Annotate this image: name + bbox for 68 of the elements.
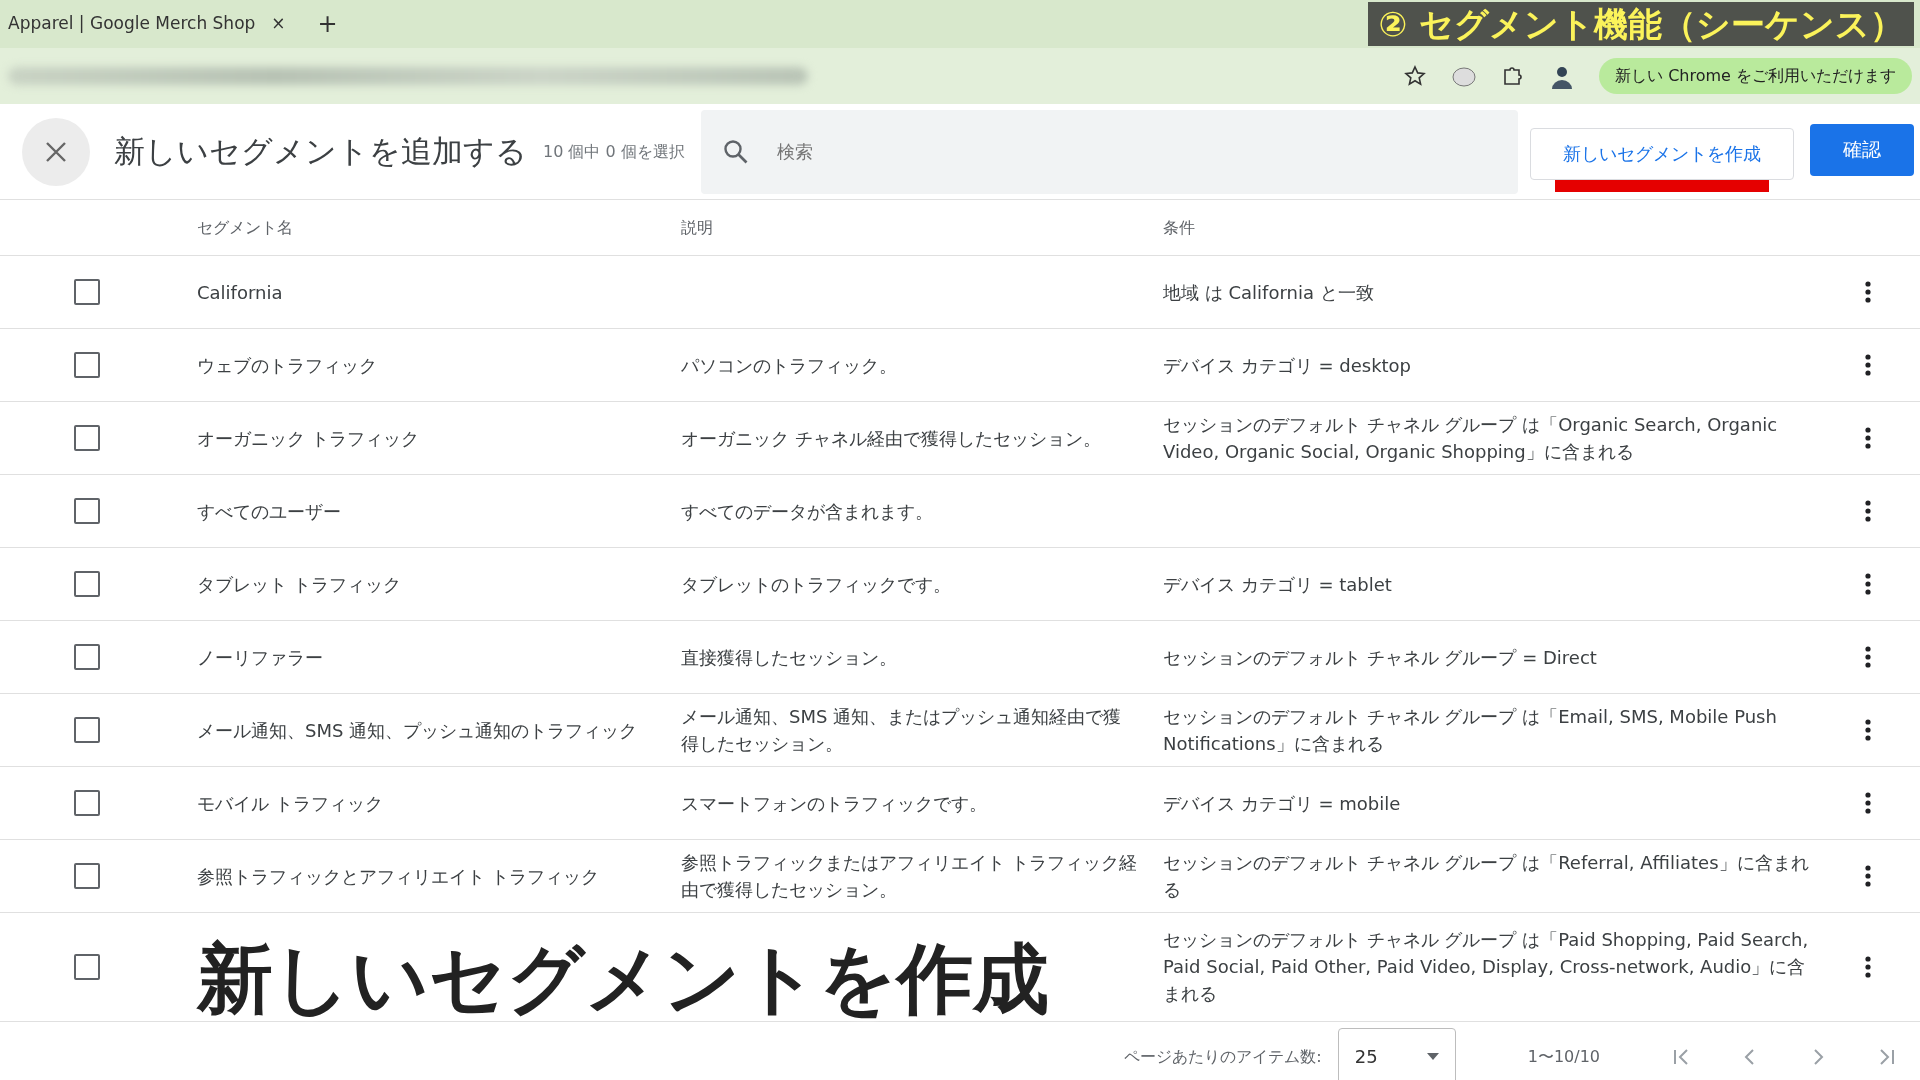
extension-icon[interactable] (1451, 64, 1478, 88)
more-options-icon[interactable] (1865, 427, 1871, 449)
more-options-icon[interactable] (1865, 281, 1871, 303)
segment-description: 直接獲得したセッション。 (681, 645, 897, 670)
checkbox[interactable] (73, 425, 100, 451)
segment-name: タブレット トラフィック (197, 572, 401, 597)
segment-name: モバイル トラフィック (197, 791, 383, 816)
more-options-icon[interactable] (1865, 955, 1871, 978)
items-per-page-select[interactable]: 25 (1337, 1027, 1456, 1080)
segment-condition: セッションのデフォルト チャネル グループ は「Referral, Affiliates」に含まれる (1163, 851, 1810, 902)
more-options-icon[interactable] (1865, 354, 1871, 376)
create-segment-button[interactable]: 新しいセグメントを作成 (1530, 127, 1794, 180)
more-options-icon[interactable] (1865, 865, 1871, 887)
checkbox[interactable] (73, 352, 100, 378)
segment-description: 参照トラフィックまたはアフィリエイト トラフィック経由で獲得したセッション。 (681, 851, 1138, 902)
checkbox[interactable] (73, 863, 100, 889)
segment-condition: デバイス カテゴリ = desktop (1163, 353, 1412, 378)
column-header: セグメント名 (197, 216, 293, 239)
close-icon (45, 140, 67, 163)
checkbox[interactable] (73, 644, 100, 670)
segment-description: タブレットのトラフィックです。 (681, 572, 951, 597)
segment-condition: セッションのデフォルト チャネル グループ = Direct (1163, 645, 1597, 670)
segment-condition: セッションのデフォルト チャネル グループ は「Paid Shopping, Paid Search, Paid Social, Paid Other, Paid Video, Display, Cross-network, Audio」に含まれる (1163, 928, 1810, 1007)
segment-description: メール通知、SMS 通知、またはプッシュ通知経由で獲得したセッション。 (681, 705, 1123, 756)
dialog-title: 新しいセグメントを追加する (114, 132, 527, 172)
more-options-icon[interactable] (1865, 792, 1871, 814)
more-options-icon[interactable] (1865, 500, 1871, 522)
tab-close-button[interactable]: × (271, 11, 286, 37)
browser-tab[interactable]: Apparel | Google Merch Shop (8, 11, 256, 37)
update-notice[interactable]: 新しい Chrome をご利用いただけます (1599, 58, 1912, 94)
dropdown-arrow-icon (1426, 1053, 1439, 1061)
star-icon[interactable] (1403, 64, 1428, 88)
segment-condition: デバイス カテゴリ = mobile (1163, 791, 1401, 816)
more-options-icon[interactable] (1865, 573, 1871, 595)
segment-description: オーガニック チャネル経由で獲得したセッション。 (681, 426, 1101, 451)
segment-condition: 地域 は California と一致 (1163, 280, 1374, 305)
confirm-button[interactable]: 確認 (1810, 123, 1914, 176)
checkbox[interactable] (73, 279, 100, 305)
segment-description: パソコンのトラフィック。 (681, 353, 897, 378)
title-banner: ② セグメント機能（シーケンス） (1368, 2, 1914, 47)
segment-condition: デバイス カテゴリ = tablet (1163, 572, 1392, 597)
segment-description: スマートフォンのトラフィックです。 (681, 791, 987, 816)
segment-name: California (197, 280, 283, 305)
checkbox[interactable] (73, 790, 100, 816)
segment-name: メール通知、SMS 通知、プッシュ通知のトラフィック (197, 718, 638, 743)
segment-name: ノーリファラー (197, 645, 323, 670)
video-caption: 新しいセグメントを作成 (197, 937, 1049, 1021)
column-header: 条件 (1163, 216, 1195, 239)
items-per-page-label: ページあたりのアイテム数: (1124, 1045, 1322, 1068)
segment-name: 参照トラフィックとアフィリエイト トラフィック (197, 864, 599, 889)
checkbox[interactable] (73, 717, 100, 743)
column-header: 説明 (681, 216, 713, 239)
checkbox[interactable] (73, 571, 100, 597)
more-options-icon[interactable] (1865, 719, 1871, 741)
segment-description: すべてのデータが含まれます。 (681, 499, 933, 524)
segment-name: オーガニック トラフィック (197, 426, 419, 451)
checkbox[interactable] (73, 498, 100, 524)
page-range: 1〜10/10 (1527, 1045, 1600, 1068)
new-tab-button[interactable]: + (317, 6, 338, 42)
more-options-icon[interactable] (1865, 646, 1871, 668)
search-icon (722, 138, 749, 165)
segment-name: すべてのユーザー (197, 499, 341, 524)
search-field[interactable]: 検索 (700, 109, 1518, 194)
segment-name: ウェブのトラフィック (197, 353, 377, 378)
checkbox[interactable] (73, 953, 100, 980)
segment-condition: セッションのデフォルト チャネル グループ は「Email, SMS, Mobile Push Notifications」に含まれる (1163, 705, 1778, 756)
segment-condition: セッションのデフォルト チャネル グループ は「Organic Search, Organic Video, Organic Social, Organic Shopping」に含まれる (1163, 413, 1779, 464)
selection-count: 10 個中 0 個を選択 (543, 140, 685, 163)
